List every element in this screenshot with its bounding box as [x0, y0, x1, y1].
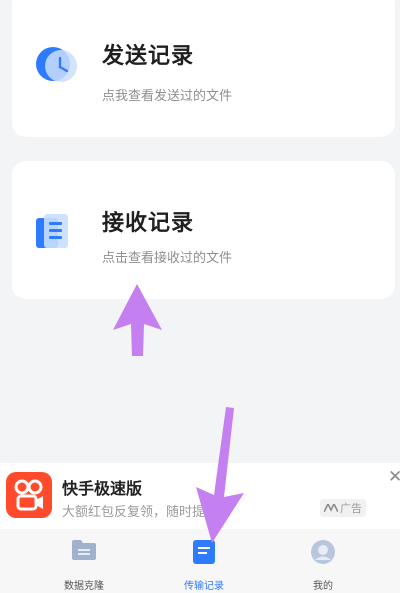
tab-label: 我的 [313, 581, 333, 592]
clock-icon [36, 47, 77, 82]
tab-data-clone[interactable]: 数据克隆 [29, 529, 139, 593]
receive-records-card[interactable]: 接收记录 点击查看接收过的文件 [12, 161, 395, 299]
ad-badge: 广告 [320, 499, 366, 517]
tab-transfer-records[interactable]: 传输记录 [149, 529, 259, 593]
send-records-card[interactable]: 发送记录 点我查看发送过的文件 [12, 0, 395, 137]
receive-records-title: 接收记录 [102, 211, 195, 236]
kuaishou-logo-icon [6, 472, 52, 518]
folder-icon [72, 540, 96, 560]
ad-badge-label: 广告 [340, 502, 362, 515]
ad-close-button[interactable]: ✕ [388, 467, 400, 487]
ad-banner[interactable]: 快手极速版 大额红包反复领，随时提现！ 广告 ✕ [0, 463, 400, 529]
ad-app-name: 快手极速版 [62, 479, 143, 498]
tab-label: 数据克隆 [64, 581, 104, 592]
record-icon [193, 540, 215, 564]
send-records-subtitle: 点我查看发送过的文件 [102, 89, 233, 104]
ad-description: 大额红包反复领，随时提现！ [62, 505, 232, 520]
send-records-title: 发送记录 [102, 44, 195, 69]
bottom-tab-bar: 数据克隆 传输记录 我的 [0, 529, 400, 593]
tab-profile[interactable]: 我的 [268, 529, 378, 593]
tab-label: 传输记录 [184, 581, 224, 592]
ad-mark-icon [324, 504, 338, 512]
receive-records-subtitle: 点击查看接收过的文件 [102, 251, 233, 266]
profile-icon [311, 540, 335, 564]
document-icon [36, 214, 68, 248]
